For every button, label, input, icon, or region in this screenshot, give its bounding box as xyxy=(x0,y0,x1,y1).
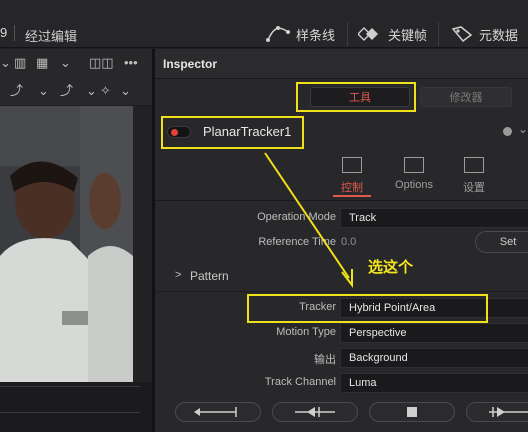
track-channel-row: Track Channel Luma xyxy=(155,371,528,395)
track-to-start-button[interactable] xyxy=(175,402,261,422)
divider xyxy=(438,22,439,46)
reference-time-value[interactable]: 0.0 xyxy=(341,236,356,248)
motion-type-row: Motion Type Perspective xyxy=(155,321,528,345)
node-name: PlanarTracker1 xyxy=(203,124,292,139)
settings-icon xyxy=(464,157,484,173)
operation-mode-label: Operation Mode xyxy=(257,211,336,223)
chevron-down-icon[interactable]: ⌄ xyxy=(60,49,71,77)
chevron-right-icon: > xyxy=(175,269,182,281)
modifiers-tab[interactable]: 修改器 xyxy=(420,87,512,107)
reference-time-label: Reference Time xyxy=(258,236,336,248)
chevron-down-icon[interactable]: ⌄ xyxy=(120,77,131,105)
tools-tab[interactable]: 工具 xyxy=(310,87,410,107)
track-backward-button[interactable] xyxy=(272,402,358,422)
bspline-tool-icon[interactable]: ⤴ xyxy=(60,77,73,105)
tracker-row: Tracker Hybrid Point/Area xyxy=(155,296,528,320)
options-icon xyxy=(404,157,424,173)
dual-view-icon[interactable]: ◫◫ xyxy=(89,49,114,77)
divider xyxy=(347,22,348,46)
chevron-down-icon[interactable]: ⌄ xyxy=(518,122,528,136)
chevron-down-icon[interactable]: ⌄ xyxy=(86,77,97,105)
track-forward-button[interactable] xyxy=(466,402,528,422)
tab-settings[interactable]: 设置 xyxy=(447,153,501,197)
node-options-dot[interactable] xyxy=(503,127,512,136)
pattern-section-header[interactable]: > Pattern xyxy=(155,264,528,288)
spline-button[interactable]: 样条线 xyxy=(266,22,335,46)
toggle-dot xyxy=(171,129,178,136)
tab-options[interactable]: Options xyxy=(387,153,441,197)
controls-icon xyxy=(342,157,362,173)
motion-type-select[interactable]: Perspective xyxy=(340,323,528,343)
timeline-number: 9 xyxy=(0,25,8,40)
stop-icon xyxy=(407,407,417,417)
node-header: PlanarTracker1 ⌄ xyxy=(155,117,528,147)
tab-settings-label: 设置 xyxy=(463,182,485,194)
view-options-icon[interactable]: ▥ xyxy=(14,49,26,77)
track-to-start-icon xyxy=(194,407,237,417)
top-toolbar: 9 经过编辑 样条线 关键帧 元数据 xyxy=(0,0,528,48)
track-channel-label: Track Channel xyxy=(264,376,336,388)
divider xyxy=(0,412,140,413)
track-backward-icon xyxy=(295,407,335,417)
spline-label: 样条线 xyxy=(296,27,336,43)
inspector-header: Inspector xyxy=(155,49,528,79)
keyframes-button[interactable]: 关键帧 xyxy=(358,22,427,46)
output-label: 输出 xyxy=(314,354,336,366)
motion-type-label: Motion Type xyxy=(276,326,336,338)
set-button[interactable]: Set xyxy=(475,231,528,253)
grid-icon[interactable]: ▦ xyxy=(36,49,48,77)
output-row: 输出 Background xyxy=(155,346,528,370)
tracker-label: Tracker xyxy=(299,301,336,313)
tracker-select[interactable]: Hybrid Point/Area xyxy=(340,298,528,318)
timeline-title: 经过编辑 xyxy=(25,29,78,44)
spline-icon xyxy=(266,26,290,42)
stop-tracking-button[interactable] xyxy=(369,402,455,422)
magic-wand-icon[interactable]: ✧ xyxy=(100,77,111,105)
tab-controls[interactable]: 控制 xyxy=(325,153,379,197)
track-forward-icon xyxy=(489,407,528,417)
metadata-button[interactable]: 元数据 xyxy=(451,22,518,46)
inspector-title: Inspector xyxy=(163,57,218,71)
viewer-transport-area xyxy=(0,382,152,432)
divider xyxy=(155,200,528,201)
keyframe-icon xyxy=(358,27,378,41)
reference-time-row: Reference Time 0.0 Set xyxy=(155,231,528,255)
operation-mode-row: Operation Mode Track xyxy=(155,206,528,230)
more-options-icon[interactable]: ••• xyxy=(124,49,138,77)
output-select[interactable]: Background xyxy=(340,348,528,368)
chevron-down-icon[interactable]: ⌄ xyxy=(38,77,49,105)
viewer-side-strip xyxy=(133,106,152,382)
viewer-toolbar: ⌄ ▥ ▦ ⌄ ◫◫ ••• ⤴ ⌄ ⤴ ⌄ ✧ ⌄ xyxy=(0,49,152,105)
operation-mode-select[interactable]: Track xyxy=(340,208,528,228)
annotation-label: 选这个 xyxy=(368,259,414,276)
polyline-tool-icon[interactable]: ⤴ xyxy=(10,77,23,105)
video-frame xyxy=(0,106,133,382)
chevron-down-icon[interactable]: ⌄ xyxy=(0,49,11,77)
divider xyxy=(155,291,528,292)
tab-controls-label: 控制 xyxy=(341,182,363,194)
inspector-panel: Inspector 工具 修改器 PlanarTracker1 ⌄ 控制 Opt… xyxy=(155,49,528,432)
tab-options-label: Options xyxy=(395,179,433,191)
pattern-label: Pattern xyxy=(190,269,229,283)
divider xyxy=(14,25,15,41)
tag-icon xyxy=(451,26,473,43)
keyframes-label: 关键帧 xyxy=(388,27,428,43)
active-tab-indicator xyxy=(333,195,371,197)
metadata-label: 元数据 xyxy=(479,27,519,43)
track-channel-select[interactable]: Luma xyxy=(340,373,528,393)
inspector-tabs: 控制 Options 设置 xyxy=(155,149,528,197)
viewer-image[interactable] xyxy=(0,106,133,382)
node-enable-toggle[interactable] xyxy=(167,126,191,138)
divider xyxy=(0,386,140,387)
